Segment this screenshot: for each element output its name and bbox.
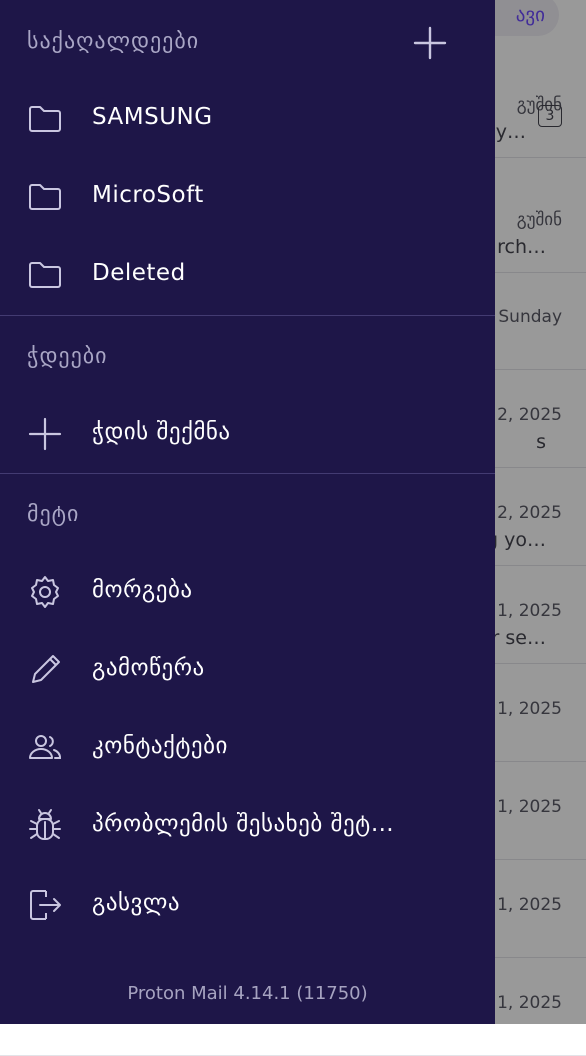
folder-label: SAMSUNG: [92, 104, 213, 130]
folder-label: MicroSoft: [92, 182, 204, 208]
create-label-text: ჭდის შექმნა: [92, 419, 231, 445]
folder-icon: [29, 106, 61, 132]
folder-icon: [29, 262, 61, 288]
folder-label: Deleted: [92, 260, 186, 286]
menu-item-report-bug[interactable]: პრობლემის შესახებ შეტ…: [0, 791, 495, 861]
more-heading: მეტი: [27, 502, 80, 527]
section-divider: [0, 315, 495, 316]
gear-icon: [31, 576, 59, 608]
menu-item-label: გასვლა: [92, 890, 181, 916]
folder-icon: [29, 184, 61, 210]
labels-heading: ჭდეები: [27, 344, 108, 369]
contacts-icon: [29, 735, 61, 759]
pencil-icon: [32, 655, 60, 683]
folder-item-deleted[interactable]: Deleted: [0, 240, 495, 310]
menu-item-contacts[interactable]: კონტაქტები: [0, 713, 495, 783]
menu-item-label: პრობლემის შესახებ შეტ…: [92, 811, 395, 837]
menu-item-sign-out[interactable]: გასვლა: [0, 870, 495, 940]
bug-icon: [29, 809, 61, 840]
folders-heading: საქაღალდეები: [27, 29, 200, 54]
app-version: Proton Mail 4.14.1 (11750): [127, 983, 368, 1004]
folder-item-samsung[interactable]: SAMSUNG: [0, 84, 495, 154]
menu-item-label: მორგება: [92, 577, 193, 603]
folder-item-microsoft[interactable]: MicroSoft: [0, 162, 495, 232]
section-divider: [0, 473, 495, 474]
plus-icon: [413, 26, 447, 60]
menu-item-label: გამოწერა: [92, 655, 205, 681]
add-folder-button[interactable]: [410, 23, 450, 63]
menu-item-subscription[interactable]: გამოწერა: [0, 635, 495, 705]
navigation-drawer: საქაღალდეები SAMSUNG MicroSoft Deleted ჭ…: [0, 0, 495, 1024]
logout-icon: [30, 890, 61, 920]
menu-item-label: კონტაქტები: [92, 733, 228, 759]
plus-icon: [28, 417, 62, 451]
create-label-button[interactable]: ჭდის შექმნა: [0, 399, 495, 469]
menu-item-settings[interactable]: მორგება: [0, 557, 495, 627]
